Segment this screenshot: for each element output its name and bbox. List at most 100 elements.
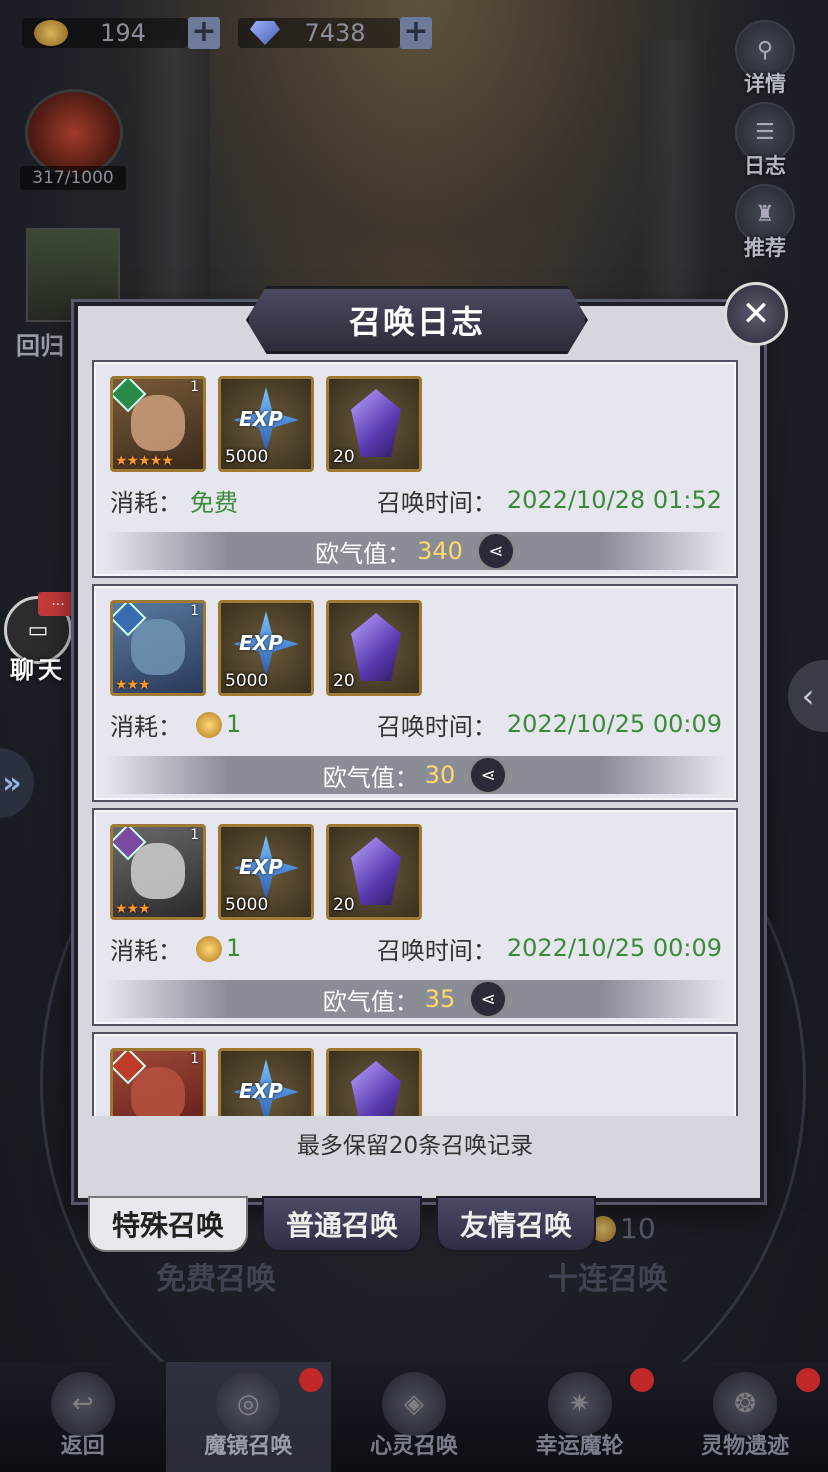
luck-label: 欧气值： bbox=[315, 539, 412, 568]
notification-dot bbox=[795, 1368, 820, 1392]
chat-button[interactable]: ▭ ... 聊天 bbox=[4, 592, 78, 684]
gem-resource: 7438 + bbox=[238, 16, 432, 50]
crystal-quantity: 20 bbox=[333, 447, 355, 467]
log-button[interactable]: ☰ 日志 bbox=[732, 102, 798, 180]
purple-crystal-icon bbox=[351, 613, 401, 681]
spirit-icon: ◈ bbox=[381, 1372, 446, 1436]
hero-portrait bbox=[131, 1067, 185, 1116]
exp-quantity: 5000 bbox=[225, 671, 269, 691]
mirror-icon: ◎ bbox=[216, 1372, 281, 1436]
diamond-icon bbox=[250, 21, 280, 45]
relic-icon: ❂ bbox=[713, 1372, 778, 1436]
exp-reward-slot[interactable]: EXP bbox=[218, 1048, 314, 1116]
collapse-right-panel-button[interactable]: ‹ bbox=[788, 660, 828, 732]
purple-crystal-icon bbox=[351, 837, 401, 905]
luck-bar: 欧气值： 30 ⋖ bbox=[104, 756, 726, 794]
crystal-reward-slot[interactable]: 20 bbox=[326, 376, 422, 472]
summon-time-label: 召唤时间： bbox=[376, 936, 497, 965]
share-icon[interactable]: ⋖ bbox=[476, 532, 515, 570]
add-gem-button[interactable]: + bbox=[400, 17, 432, 49]
cost-label: 消耗： bbox=[110, 712, 182, 741]
gem-amount: 7438 bbox=[304, 19, 366, 47]
treasure-chest-icon[interactable] bbox=[28, 92, 120, 174]
chat-label: 聊天 bbox=[10, 656, 66, 684]
hero-level: 1 bbox=[190, 603, 199, 619]
recommend-button[interactable]: ♜ 推荐 bbox=[732, 184, 798, 262]
tab-special-summon[interactable]: 特殊召唤 bbox=[88, 1196, 248, 1252]
chest-progress: 317/1000 bbox=[20, 166, 126, 190]
tab-normal-summon[interactable]: 普通召唤 bbox=[262, 1196, 422, 1252]
cost-value: 1 bbox=[226, 710, 242, 738]
ten-summon-cost: 10 bbox=[590, 1212, 656, 1245]
luck-value: 35 bbox=[424, 985, 456, 1013]
hero-portrait bbox=[131, 843, 185, 899]
hero-portrait bbox=[131, 395, 185, 451]
exp-reward-slot[interactable]: EXP 5000 bbox=[218, 824, 314, 920]
summon-record-list[interactable]: 1 ★★★★★ EXP 5000 20 消耗： 免费 召唤时间： 2022/10… bbox=[92, 360, 738, 1116]
return-icon: ↩ bbox=[50, 1372, 115, 1436]
purple-crystal-icon bbox=[351, 389, 401, 457]
close-button[interactable]: ✕ bbox=[724, 282, 788, 346]
summon-record-card: 1 ★★★★★ EXP 5000 20 消耗： 免费 召唤时间： 2022/10… bbox=[92, 360, 738, 578]
luck-bar: 欧气值： 340 ⋖ bbox=[104, 532, 726, 570]
nav-mirror-summon[interactable]: ◎ 魔镜召唤 bbox=[165, 1362, 332, 1472]
crystal-quantity: 20 bbox=[333, 895, 355, 915]
hero-level: 1 bbox=[190, 1051, 199, 1067]
share-icon[interactable]: ⋖ bbox=[469, 756, 508, 794]
tab-friendship-summon[interactable]: 友情召唤 bbox=[436, 1196, 596, 1252]
wheel-icon: ✷ bbox=[547, 1372, 612, 1436]
hero-reward-slot[interactable]: 1 bbox=[110, 1048, 206, 1116]
gold-coin-icon bbox=[34, 20, 68, 46]
luck-label: 欧气值： bbox=[322, 763, 419, 792]
cost-value: 免费 bbox=[190, 488, 238, 517]
notification-dot bbox=[299, 1368, 324, 1392]
expand-left-panel-button[interactable]: » bbox=[0, 748, 34, 818]
hero-stars: ★★★★★ bbox=[115, 453, 174, 469]
cost-value: 1 bbox=[226, 934, 242, 962]
share-icon[interactable]: ⋖ bbox=[469, 980, 508, 1018]
luck-bar: 欧气值： 35 ⋖ bbox=[104, 980, 726, 1018]
gold-amount: 194 bbox=[100, 19, 146, 47]
exp-reward-slot[interactable]: EXP 5000 bbox=[218, 600, 314, 696]
cost-label: 消耗： bbox=[110, 488, 182, 517]
summon-record-card: 1 EXP bbox=[92, 1032, 738, 1116]
nav-lucky-wheel[interactable]: ✷ 幸运魔轮 bbox=[497, 1362, 663, 1472]
hero-stars: ★★★ bbox=[115, 901, 151, 917]
summon-time-value: 2022/10/25 00:09 bbox=[506, 710, 722, 738]
crystal-reward-slot[interactable]: 20 bbox=[326, 600, 422, 696]
summon-time-label: 召唤时间： bbox=[376, 488, 497, 517]
crystal-reward-slot[interactable]: 20 bbox=[326, 824, 422, 920]
add-gold-button[interactable]: + bbox=[188, 17, 220, 49]
crystal-reward-slot[interactable] bbox=[326, 1048, 422, 1116]
free-summon-label: 免费召唤 bbox=[156, 1262, 276, 1297]
summon-time-value: 2022/10/28 01:52 bbox=[506, 486, 722, 514]
recommend-label: 推荐 bbox=[744, 236, 786, 260]
exp-quantity: 5000 bbox=[225, 895, 269, 915]
details-label: 详情 bbox=[744, 72, 786, 96]
exp-reward-slot[interactable]: EXP 5000 bbox=[218, 376, 314, 472]
nav-spirit-summon[interactable]: ◈ 心灵召唤 bbox=[331, 1362, 497, 1472]
crystal-quantity: 20 bbox=[333, 671, 355, 691]
dialog-title: 召唤日志 bbox=[348, 303, 485, 341]
bottom-navigation: ↩ 返回 ◎ 魔镜召唤 ◈ 心灵召唤 ✷ 幸运魔轮 ❂ 灵物遗迹 bbox=[0, 1362, 828, 1472]
details-button[interactable]: ⚲ 详情 bbox=[732, 20, 798, 98]
luck-label: 欧气值： bbox=[322, 987, 419, 1016]
record-limit-note: 最多保留20条召唤记录 bbox=[296, 1133, 534, 1159]
summon-record-card: 1 ★★★ EXP 5000 20 消耗： 1 召唤时间： 2022/10/25… bbox=[92, 584, 738, 802]
dialog-title-bar: 召唤日志 bbox=[246, 286, 588, 354]
exp-label: EXP bbox=[239, 1079, 283, 1103]
hero-reward-slot[interactable]: 1 ★★★★★ bbox=[110, 376, 206, 472]
hero-reward-slot[interactable]: 1 ★★★ bbox=[110, 824, 206, 920]
ten-summon-label: 十连召唤 bbox=[548, 1262, 668, 1297]
hero-portrait bbox=[131, 619, 185, 675]
exp-label: EXP bbox=[239, 855, 283, 879]
notification-dot bbox=[630, 1368, 655, 1392]
nav-relic-ruins[interactable]: ❂ 灵物遗迹 bbox=[662, 1362, 828, 1472]
luck-value: 30 bbox=[424, 761, 456, 789]
hero-level: 1 bbox=[190, 827, 199, 843]
chat-notification-badge: ... bbox=[38, 592, 78, 616]
nav-return[interactable]: ↩ 返回 bbox=[0, 1362, 166, 1472]
hero-reward-slot[interactable]: 1 ★★★ bbox=[110, 600, 206, 696]
summon-coin-icon bbox=[196, 712, 222, 738]
ten-summon-cost-value: 10 bbox=[620, 1212, 656, 1245]
